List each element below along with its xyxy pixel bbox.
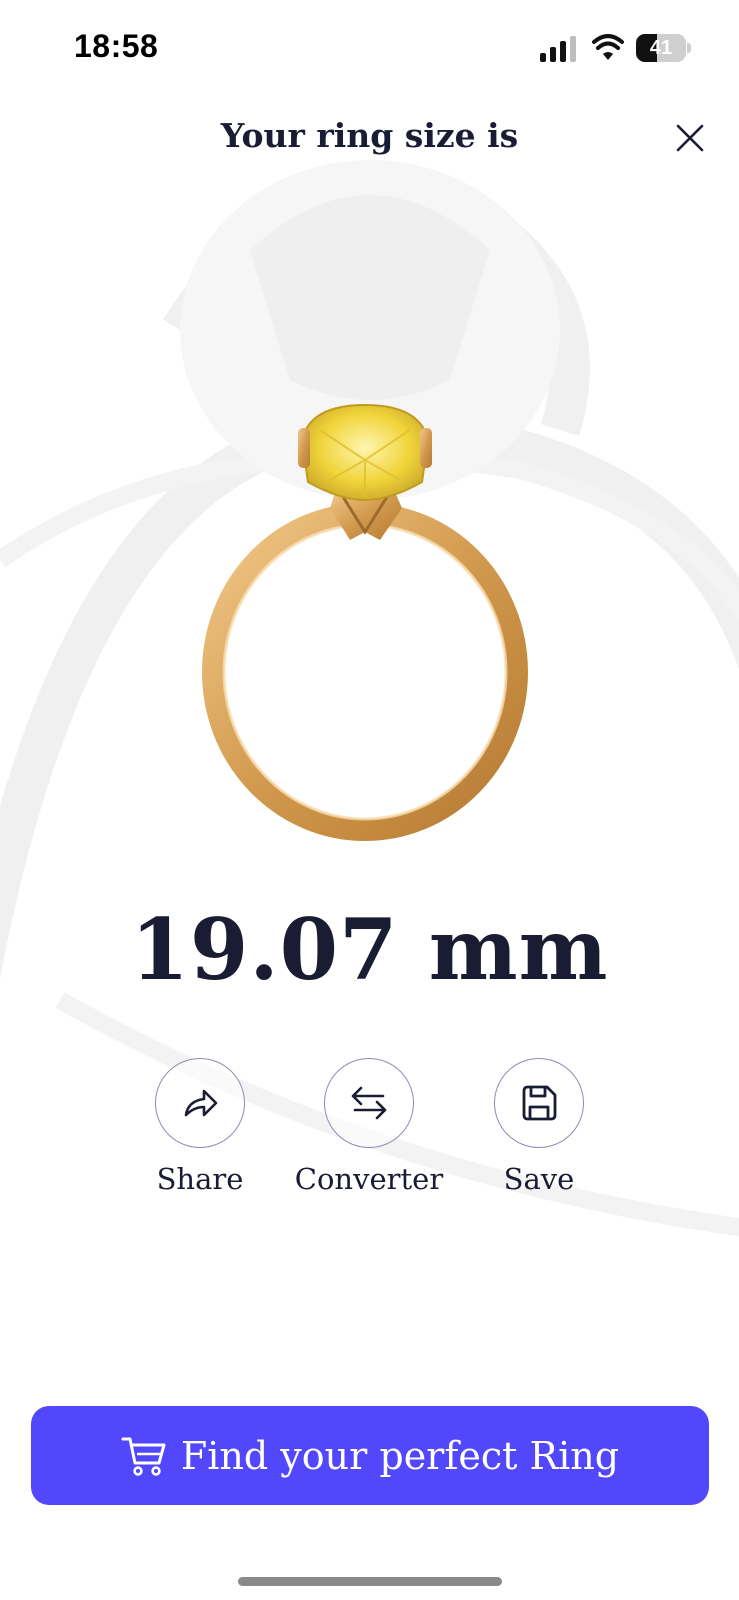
save-label: Save (503, 1162, 575, 1196)
close-button[interactable] (670, 118, 710, 158)
signal-icon (540, 36, 576, 62)
status-time: 18:58 (74, 28, 159, 64)
find-ring-label: Find your perfect Ring (180, 1433, 620, 1478)
status-bar: 18:58 41 (0, 0, 739, 100)
ring-size-value: 19.07 mm (130, 900, 609, 999)
close-icon (676, 124, 704, 152)
converter-action[interactable]: Converter (279, 1058, 459, 1196)
battery-level-text: 41 (649, 37, 673, 59)
converter-label: Converter (294, 1162, 444, 1196)
share-button[interactable] (155, 1058, 245, 1148)
floppy-disk-icon (522, 1085, 557, 1121)
save-action[interactable]: Save (449, 1058, 629, 1196)
share-action[interactable]: Share (110, 1058, 290, 1196)
home-indicator (238, 1577, 502, 1586)
cart-icon (121, 1437, 166, 1476)
converter-button[interactable] (324, 1058, 414, 1148)
battery-icon: 41 (636, 34, 692, 62)
find-ring-button[interactable]: Find your perfect Ring (31, 1406, 709, 1505)
wifi-icon (592, 34, 624, 60)
page-title: Your ring size is (220, 116, 519, 155)
share-label: Share (156, 1162, 244, 1196)
save-button[interactable] (494, 1058, 584, 1148)
swap-arrows-icon (351, 1086, 387, 1120)
ring-image (202, 403, 528, 841)
share-icon (184, 1089, 218, 1117)
